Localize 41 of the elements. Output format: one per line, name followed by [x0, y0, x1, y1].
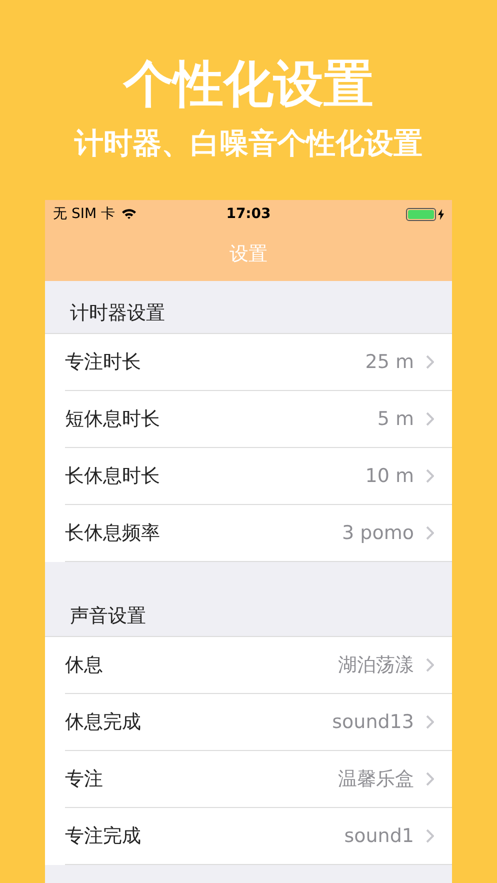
row-label: 长休息频率: [65, 520, 160, 546]
chevron-icon: [426, 469, 434, 483]
row-label: 长休息时长: [65, 464, 160, 489]
row-value: 3 pomo: [342, 520, 414, 546]
section-header: 声音设置: [70, 604, 146, 628]
nav-title: 设置: [230, 242, 268, 268]
settings-row[interactable]: 长休息频率 3 pomo: [65, 505, 452, 562]
row-value: 5 m: [377, 406, 414, 432]
row-label: 休息完成: [65, 710, 141, 735]
chevron-icon: [426, 355, 434, 369]
row-value: sound13: [332, 710, 414, 735]
row-label: 专注: [65, 766, 103, 792]
clock-text: 17:03: [226, 204, 271, 224]
section-header: 计时器设置: [70, 300, 165, 326]
row-label: 专注完成: [65, 824, 141, 849]
battery-icon: [406, 208, 436, 220]
settings-row[interactable]: 专注时长 25 m: [65, 334, 452, 391]
chevron-icon: [426, 715, 434, 729]
chevron-icon: [426, 829, 434, 843]
headline: 个性化设置: [124, 54, 374, 115]
wifi-icon: [121, 208, 137, 220]
row-value: 25 m: [365, 350, 414, 375]
chevron-icon: [426, 526, 434, 540]
row-value: 湖泊荡漾: [338, 652, 414, 678]
subheadline: 计时器、白噪音个性化设置: [74, 125, 422, 162]
carrier-text: 无 SIM 卡: [53, 204, 115, 224]
chevron-icon: [426, 658, 434, 672]
row-value: 温馨乐盒: [338, 766, 414, 792]
settings-row[interactable]: 长休息时长 10 m: [65, 448, 452, 505]
settings-row[interactable]: 短休息时长 5 m: [65, 391, 452, 448]
row-value: 10 m: [365, 464, 414, 489]
row-label: 专注时长: [65, 350, 141, 375]
row-label: 短休息时长: [65, 406, 160, 432]
chevron-icon: [426, 772, 434, 786]
row-label: 休息: [65, 652, 103, 678]
settings-row[interactable]: 专注 温馨乐盒: [65, 751, 452, 808]
row-value: sound1: [344, 824, 414, 849]
settings-row[interactable]: 休息 湖泊荡漾: [65, 637, 452, 694]
chevron-icon: [426, 412, 434, 426]
settings-row[interactable]: 休息完成 sound13: [65, 694, 452, 751]
settings-row[interactable]: 专注完成 sound1: [65, 808, 452, 865]
